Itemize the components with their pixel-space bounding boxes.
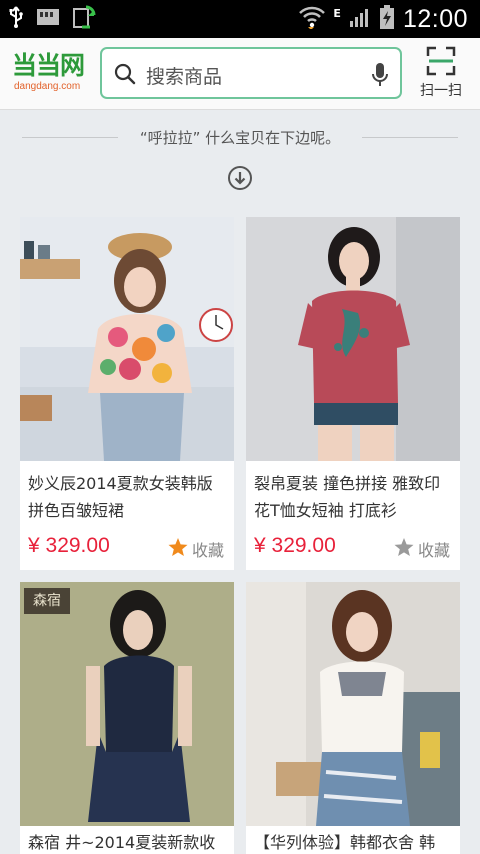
star-icon xyxy=(168,537,188,561)
logo-text-cn: 当当网 xyxy=(12,51,85,80)
dangdang-logo[interactable]: 当当网 dangdang.com xyxy=(12,51,92,97)
favorite-label: 收藏 xyxy=(417,541,450,560)
product-image[interactable] xyxy=(20,217,234,461)
product-card[interactable]: 裂帛夏装 撞色拼接 雅致印花T恤女短袖 打底衫 ¥ 329.00 收藏 xyxy=(246,217,460,570)
battery-charging-icon xyxy=(379,4,395,34)
product-image[interactable]: 森宿 xyxy=(20,582,234,826)
signal-icon xyxy=(349,6,371,32)
clock: 12:00 xyxy=(402,4,468,33)
usb-icon xyxy=(8,5,24,33)
sync-icon xyxy=(72,4,96,34)
product-title[interactable]: 【华列体验】韩都衣舍 韩 xyxy=(246,826,460,854)
product-footer: ¥ 329.00 收藏 xyxy=(20,527,234,570)
status-bar: E 12:00 xyxy=(0,0,480,38)
favorite-button[interactable]: 收藏 xyxy=(394,537,450,561)
search-placeholder: 搜索商品 xyxy=(146,66,223,88)
status-bar-left xyxy=(8,4,96,34)
product-price: ¥ 329.00 xyxy=(28,534,110,557)
status-bar-right: E 12:00 xyxy=(299,4,468,34)
product-card[interactable]: 妙义辰2014夏款女装韩版拼色百皱短裙 ¥ 329.00 收藏 xyxy=(20,217,234,570)
product-card[interactable]: 森宿 森宿 井~2014夏装新款收腰 xyxy=(20,582,234,854)
product-image[interactable] xyxy=(246,582,460,826)
wifi-icon xyxy=(299,5,326,33)
network-type: E xyxy=(333,6,341,20)
app-header: 当当网 dangdang.com 搜索商品 扫一扫 xyxy=(0,38,480,110)
brand-badge: 森宿 xyxy=(24,588,70,614)
arrow-down-circle-icon[interactable] xyxy=(227,165,253,191)
pull-down-hint: “呼拉拉” 什么宝贝在下边呢。 xyxy=(0,110,480,210)
search-input[interactable]: 搜索商品 xyxy=(100,47,402,99)
product-price: ¥ 329.00 xyxy=(254,534,336,557)
microphone-icon[interactable] xyxy=(372,62,388,88)
logo-text-en: dangdang.com xyxy=(14,81,81,92)
product-title[interactable]: 裂帛夏装 撞色拼接 雅致印花T恤女短袖 打底衫 xyxy=(246,461,460,527)
scan-icon xyxy=(410,46,472,76)
scan-label: 扫一扫 xyxy=(420,83,462,99)
sd-card-icon xyxy=(34,6,62,32)
divider-right xyxy=(362,137,458,138)
search-icon xyxy=(114,63,136,85)
favorite-label: 收藏 xyxy=(191,541,224,560)
star-icon xyxy=(394,537,414,561)
favorite-button[interactable]: 收藏 xyxy=(168,537,224,561)
product-title[interactable]: 森宿 井~2014夏装新款收腰 xyxy=(20,826,234,854)
product-image[interactable] xyxy=(246,217,460,461)
product-footer: ¥ 329.00 收藏 xyxy=(246,527,460,570)
scan-button[interactable]: 扫一扫 xyxy=(410,46,472,104)
product-card[interactable]: 【华列体验】韩都衣舍 韩 xyxy=(246,582,460,854)
product-title[interactable]: 妙义辰2014夏款女装韩版拼色百皱短裙 xyxy=(20,461,234,527)
